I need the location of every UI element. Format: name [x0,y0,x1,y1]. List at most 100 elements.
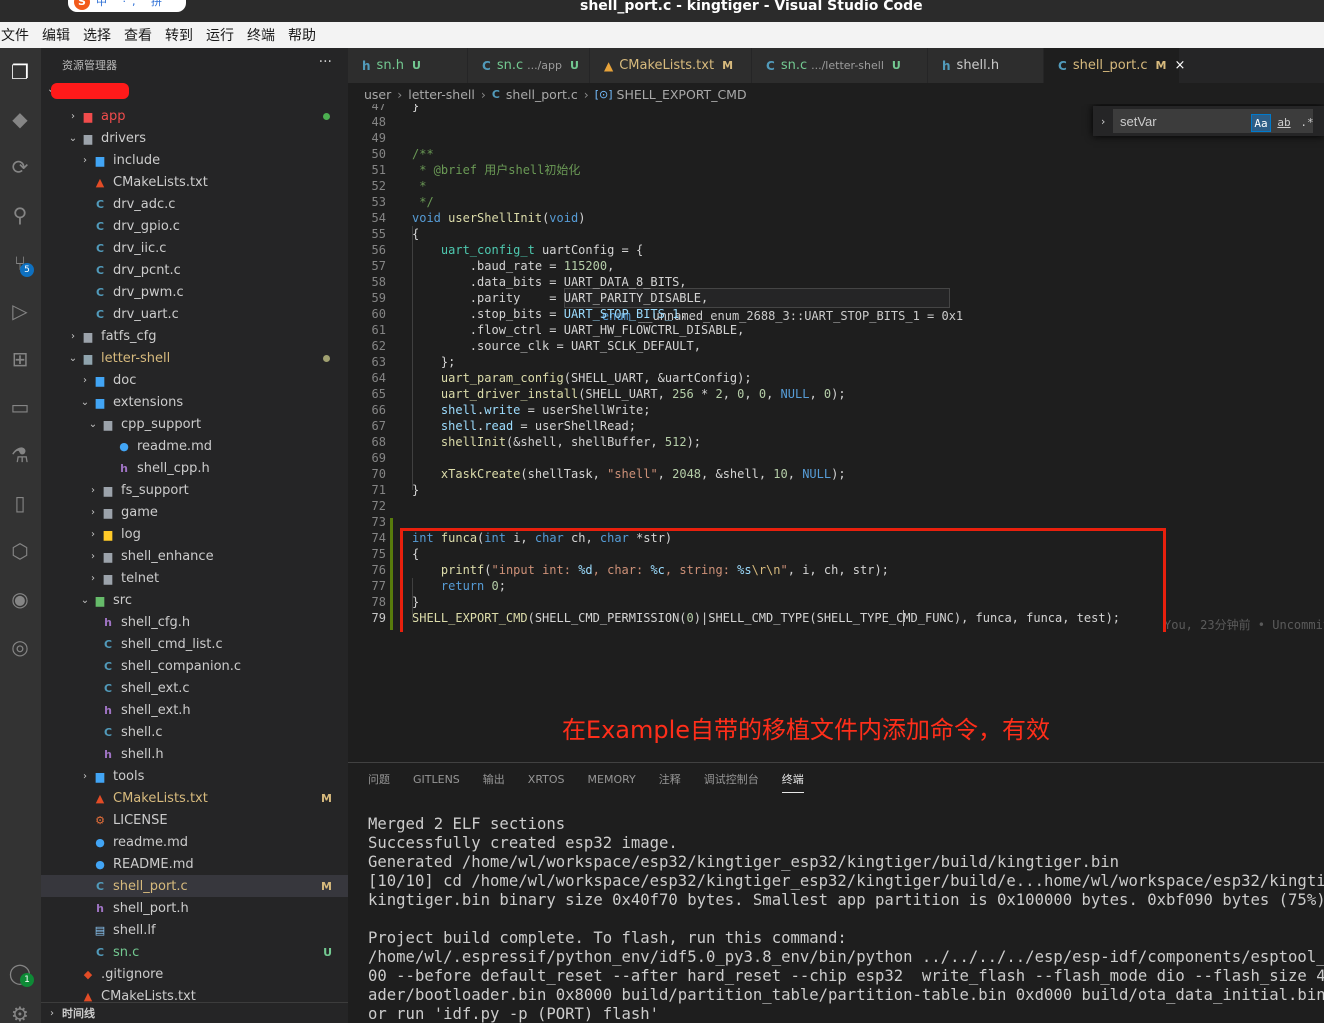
testing-icon[interactable]: ⚗ [4,439,36,471]
panel-tab-5[interactable]: 注释 [659,763,681,797]
tab-sn-c[interactable]: Csn.c .../app U [468,48,590,83]
tree-item-shell-port-h[interactable]: h shell_port.h [41,897,348,919]
gitlens-icon[interactable]: ◉ [4,583,36,615]
line-number: 50 [371,147,386,161]
tree-item-readme-md[interactable]: ● README.md [41,853,348,875]
cmake-icon: ▲ [83,989,93,1003]
tree-item-shell-cmd-list-c[interactable]: Cshell_cmd_list.c [41,633,348,655]
match-case-toggle[interactable]: Aa [1251,114,1271,132]
tree-item-include[interactable]: › ▆ include [41,149,348,171]
explorer-icon[interactable]: ❐ [4,56,36,88]
breadcrumb-symbol[interactable]: SHELL_EXPORT_CMD [617,87,747,102]
menu-item-5[interactable]: 运行 [206,25,234,45]
panel-tab-7[interactable]: 终端 [781,763,804,797]
tree-item-cpp-support[interactable]: ⌄ ▆ cpp_support [41,413,348,435]
menu-item-2[interactable]: 选择 [83,25,111,45]
tree-item-label: drv_uart.c [113,306,179,322]
regex-toggle[interactable]: .* [1297,114,1317,132]
code-line: shell.read = userShellRead; [440,419,636,433]
debug-icon[interactable]: ⟳ [4,151,36,183]
tree-item-cmakelists-txt[interactable]: ▲ CMakeLists.txt M [41,787,348,809]
tab-shell-port-c[interactable]: Cshell_port.c M × [1044,48,1185,83]
menu-item-6[interactable]: 终端 [247,25,275,45]
espressif-icon[interactable]: ◎ [4,631,36,663]
tree-item-shell-lf[interactable]: ▤ shell.lf [41,919,348,941]
chevron-right-icon[interactable]: › [1093,115,1113,128]
tree-item-drv-gpio-c[interactable]: Cdrv_gpio.c [41,215,348,237]
breadcrumb-letter-shell[interactable]: letter-shell [408,87,475,102]
tree-item-app[interactable]: › ▆ app [41,105,348,127]
tab-shell-h[interactable]: h shell.h [928,48,1044,83]
tab-label: shell_port.c [1072,58,1148,73]
tree-item-shell-ext-c[interactable]: Cshell_ext.c [41,677,348,699]
tree-item-log[interactable]: › ▆ log [41,523,348,545]
device-icon[interactable]: ▯ [4,487,36,519]
tree-item-tools[interactable]: › ▆ tools [41,765,348,787]
tree-item-drivers[interactable]: ⌄ ▆ drivers [41,127,348,149]
menu-item-4[interactable]: 转到 [165,25,193,45]
close-icon[interactable]: × [1174,58,1185,73]
whole-word-toggle[interactable]: ab [1274,114,1294,132]
menu-item-7[interactable]: 帮助 [288,25,316,45]
panel-tab-1[interactable]: GITLENS [413,763,460,797]
breadcrumb-user[interactable]: user [364,87,391,102]
menu-item-3[interactable]: 查看 [124,25,152,45]
tree-item-drv-uart-c[interactable]: Cdrv_uart.c [41,303,348,325]
panel-tab-3[interactable]: XRTOS [528,763,565,797]
tree-item-shell-h[interactable]: h shell.h [41,743,348,765]
code-editor[interactable]: enum __unnamed_enum_2688_3::UART_STOP_BI… [348,104,1324,632]
tree-item-drv-pcnt-c[interactable]: Cdrv_pcnt.c [41,259,348,281]
panel-tab-4[interactable]: MEMORY [588,763,636,797]
symbol-icon: [⊙] [594,87,613,101]
manage-icon[interactable]: ⚙ [4,998,36,1023]
tree-item-shell-cfg-h[interactable]: h shell_cfg.h [41,611,348,633]
tree-item-src[interactable]: ⌄ ▆ src [41,589,348,611]
tree-item-label: shell_port.c [113,878,188,894]
tree-item-drv-pwm-c[interactable]: Cdrv_pwm.c [41,281,348,303]
more-actions-icon[interactable]: ··· [319,54,332,70]
terminal-output[interactable]: Merged 2 ELF sections Successfully create… [368,815,1324,1023]
tree-item-readme-md[interactable]: ● readme.md [41,831,348,853]
tree-item-shell-ext-h[interactable]: h shell_ext.h [41,699,348,721]
tree-item--gitignore[interactable]: ◆ .gitignore [41,963,348,985]
tree-item-fatfs-cfg[interactable]: › ▆ fatfs_cfg [41,325,348,347]
tree-item-shell-c[interactable]: Cshell.c [41,721,348,743]
tree-item-letter-shell[interactable]: ⌄ ▆ letter-shell [41,347,348,369]
panel-tab-6[interactable]: 调试控制台 [704,763,759,797]
tree-item-extensions[interactable]: ⌄ ▆ extensions [41,391,348,413]
python-icon-glyph: ◆ [12,107,28,131]
python-icon[interactable]: ◆ [4,103,36,135]
menu-item-0[interactable]: 文件 [1,25,29,45]
panel-tab-2[interactable]: 输出 [483,763,505,797]
tree-item-sn-c[interactable]: Csn.c U [41,941,348,963]
timeline-section[interactable]: › 时间线 [41,1002,348,1023]
tree-item-drv-iic-c[interactable]: Cdrv_iic.c [41,237,348,259]
tree-item-game[interactable]: › ▆ game [41,501,348,523]
tree-item-readme-md[interactable]: ● readme.md [41,435,348,457]
tab-sn-c[interactable]: Csn.c .../letter-shell U [752,48,928,83]
tree-item-shell-companion-c[interactable]: Cshell_companion.c [41,655,348,677]
account-icon[interactable]: ◯ 1 [4,957,36,989]
extensions-icon[interactable]: ⊞ [4,343,36,375]
tree-item-shell-enhance[interactable]: › ▆ shell_enhance [41,545,348,567]
breadcrumb-file[interactable]: shell_port.c [506,87,578,102]
remote-explorer-icon[interactable]: ▭ [4,391,36,423]
tree-item-shell-port-c[interactable]: Cshell_port.c M [41,875,348,897]
panel-tab-0[interactable]: 问题 [368,763,390,797]
git-graph-icon[interactable]: ⬡ [4,535,36,567]
tab-sn-h[interactable]: h sn.h U [348,48,468,83]
tree-item-drv-adc-c[interactable]: Cdrv_adc.c [41,193,348,215]
source-control-icon[interactable]: ⑂ 5 [4,247,36,279]
tree-item-cmakelists-txt[interactable]: ▲ CMakeLists.txt [41,171,348,193]
chevron-down-icon: ⌄ [68,352,78,364]
tree-item-telnet[interactable]: › ▆ telnet [41,567,348,589]
tree-item-doc[interactable]: › ▆ doc [41,369,348,391]
tab-cmakelists-txt[interactable]: ▲ CMakeLists.txt M [590,48,752,83]
tree-item-fs-support[interactable]: › ▆ fs_support [41,479,348,501]
menu-item-1[interactable]: 编辑 [42,25,70,45]
run-debug-icon[interactable]: ▷ [4,295,36,327]
tree-item-shell-cpp-h[interactable]: h shell_cpp.h [41,457,348,479]
tree-item-license[interactable]: ⚙ LICENSE [41,809,348,831]
search-icon[interactable]: ⚲ [4,199,36,231]
tree-item-label: doc [113,372,137,388]
